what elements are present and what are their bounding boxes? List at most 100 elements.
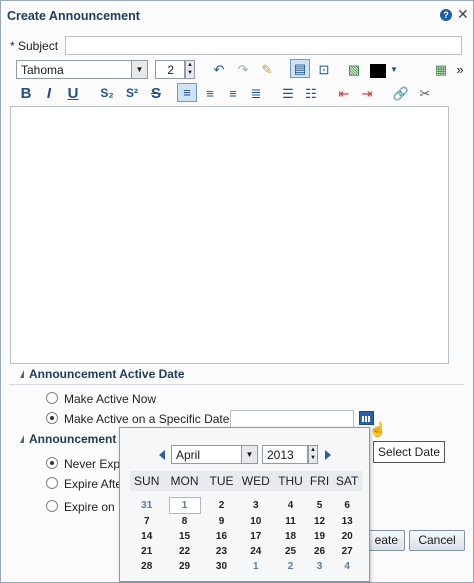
previous-month-icon[interactable] bbox=[159, 450, 165, 460]
month-select[interactable]: April ▼ bbox=[171, 445, 258, 464]
calendar-day[interactable]: 27 bbox=[332, 544, 362, 559]
numbered-list-icon[interactable]: ☷ bbox=[301, 84, 321, 103]
collapse-toggle-icon[interactable] bbox=[16, 370, 24, 378]
align-left-icon[interactable]: ≡ bbox=[177, 83, 197, 102]
next-month-icon[interactable] bbox=[325, 450, 331, 460]
calendar-day[interactable]: 21 bbox=[130, 544, 163, 559]
calendar-day[interactable]: 18 bbox=[274, 529, 307, 544]
calendar-day[interactable]: 19 bbox=[307, 529, 333, 544]
calendar-day[interactable]: 4 bbox=[274, 497, 307, 514]
calendar-day[interactable]: 15 bbox=[163, 529, 205, 544]
active-date-input[interactable] bbox=[230, 410, 354, 428]
calendar-day[interactable]: 8 bbox=[163, 514, 205, 529]
calendar-day[interactable]: 3 bbox=[307, 559, 333, 574]
redo-icon[interactable]: ↷ bbox=[233, 60, 253, 79]
calendar-day[interactable]: 20 bbox=[332, 529, 362, 544]
weekday-label: FRI bbox=[309, 474, 330, 488]
undo-icon[interactable]: ↶ bbox=[209, 60, 229, 79]
weekday-label: SUN bbox=[134, 474, 160, 488]
outdent-icon[interactable]: ⇤ bbox=[334, 84, 354, 103]
link-icon[interactable]: 🔗 bbox=[391, 84, 411, 103]
calendar-day[interactable]: 25 bbox=[274, 544, 307, 559]
help-icon[interactable]: ? bbox=[440, 9, 452, 21]
calendar-day[interactable]: 31 bbox=[130, 497, 163, 514]
rich-text-mode-icon[interactable]: ▤ bbox=[290, 59, 310, 78]
expire-on-radio[interactable] bbox=[46, 500, 58, 512]
superscript-icon[interactable]: S² bbox=[122, 84, 142, 103]
source-mode-icon[interactable]: ⊡ bbox=[314, 60, 334, 79]
weekday-label: TUE bbox=[209, 474, 234, 488]
calendar-day[interactable]: 17 bbox=[237, 529, 274, 544]
calendar-day[interactable]: 2 bbox=[274, 559, 307, 574]
calendar-day[interactable]: 30 bbox=[206, 559, 238, 574]
weekday-label: MON bbox=[170, 474, 199, 488]
calendar-day[interactable]: 29 bbox=[163, 559, 205, 574]
calendar-day[interactable]: 14 bbox=[130, 529, 163, 544]
align-right-icon[interactable]: ≡ bbox=[223, 84, 243, 103]
background-color-icon[interactable]: ▧ bbox=[344, 60, 364, 79]
calendar-day[interactable]: 5 bbox=[307, 497, 333, 514]
chevron-down-icon: ▼ bbox=[241, 446, 257, 463]
announcement-body-editor[interactable] bbox=[10, 106, 449, 364]
bulleted-list-icon[interactable]: ☰ bbox=[278, 84, 298, 103]
subscript-icon[interactable]: S₂ bbox=[97, 84, 117, 103]
subject-input[interactable] bbox=[65, 36, 462, 55]
text-color-icon[interactable] bbox=[368, 60, 388, 79]
cancel-button[interactable]: Cancel bbox=[409, 530, 465, 551]
dialog-title: Create Announcement bbox=[7, 9, 140, 23]
chevron-down-icon[interactable]: ▼ bbox=[388, 60, 400, 79]
calendar-day[interactable]: 12 bbox=[307, 514, 333, 529]
unlink-icon[interactable]: ✂ bbox=[415, 84, 435, 103]
calendar-day[interactable]: 3 bbox=[237, 497, 274, 514]
font-size-input[interactable]: 2 bbox=[155, 60, 185, 79]
expiration-header: Announcement bbox=[29, 432, 117, 446]
calendar-day[interactable]: 2 bbox=[206, 497, 238, 514]
weekday-label: SAT bbox=[335, 474, 359, 488]
calendar-day[interactable]: 28 bbox=[130, 559, 163, 574]
italic-button[interactable]: I bbox=[39, 84, 59, 103]
collapse-toggle-icon[interactable] bbox=[16, 435, 24, 443]
calendar-day[interactable]: 1 bbox=[237, 559, 274, 574]
table-icon[interactable]: ▦ bbox=[431, 60, 451, 79]
hand-cursor-icon: ☝ bbox=[369, 421, 387, 437]
weekday-label: THU bbox=[278, 474, 303, 488]
calendar-day: 1 bbox=[168, 497, 201, 514]
year-input[interactable]: 2013 bbox=[262, 445, 308, 464]
font-size-spinner[interactable]: ▲ ▼ bbox=[185, 60, 195, 79]
align-justify-icon[interactable]: ≣ bbox=[246, 84, 266, 103]
make-active-now-label: Make Active Now bbox=[64, 392, 157, 406]
calendar-day[interactable]: 9 bbox=[206, 514, 238, 529]
calendar-day[interactable]: 7 bbox=[130, 514, 163, 529]
calendar-day[interactable]: 22 bbox=[163, 544, 205, 559]
chevron-down-icon: ▼ bbox=[131, 61, 147, 78]
underline-button[interactable]: U bbox=[63, 84, 83, 103]
indent-icon[interactable]: ⇥ bbox=[357, 84, 377, 103]
align-center-icon[interactable]: ≡ bbox=[200, 84, 220, 103]
calendar-day[interactable]: 13 bbox=[332, 514, 362, 529]
calendar-day[interactable]: 4 bbox=[332, 559, 362, 574]
calendar-day[interactable]: 16 bbox=[206, 529, 238, 544]
never-expire-radio[interactable] bbox=[46, 457, 58, 469]
eraser-icon[interactable]: ✎ bbox=[257, 60, 277, 79]
expire-after-radio[interactable] bbox=[46, 477, 58, 489]
font-family-select[interactable]: Tahoma ▼ bbox=[16, 60, 148, 79]
weekday-label: WED bbox=[241, 474, 270, 488]
calendar-day[interactable]: 10 bbox=[237, 514, 274, 529]
calendar-grid: SUN MON TUE WED THU FRI SAT 31 1 2 3 4 5… bbox=[130, 471, 362, 574]
make-active-specific-date-radio[interactable] bbox=[46, 412, 58, 424]
strikethrough-icon[interactable]: S bbox=[146, 84, 166, 103]
close-icon[interactable]: ✕ bbox=[457, 6, 469, 23]
bold-button[interactable]: B bbox=[16, 84, 36, 103]
calendar-day[interactable]: 11 bbox=[274, 514, 307, 529]
make-active-now-radio[interactable] bbox=[46, 392, 58, 404]
calendar-day[interactable]: 24 bbox=[237, 544, 274, 559]
month-value: April bbox=[176, 448, 201, 462]
calendar-day[interactable]: 23 bbox=[206, 544, 238, 559]
calendar-day[interactable]: 6 bbox=[332, 497, 362, 514]
never-expire-label: Never Exp bbox=[64, 457, 121, 471]
more-tools-icon[interactable]: » bbox=[454, 60, 466, 79]
calendar-day-selected[interactable]: 1 bbox=[163, 497, 205, 514]
calendar-day[interactable]: 26 bbox=[307, 544, 333, 559]
year-spinner[interactable]: ▲ ▼ bbox=[308, 445, 318, 464]
divider bbox=[9, 384, 464, 385]
